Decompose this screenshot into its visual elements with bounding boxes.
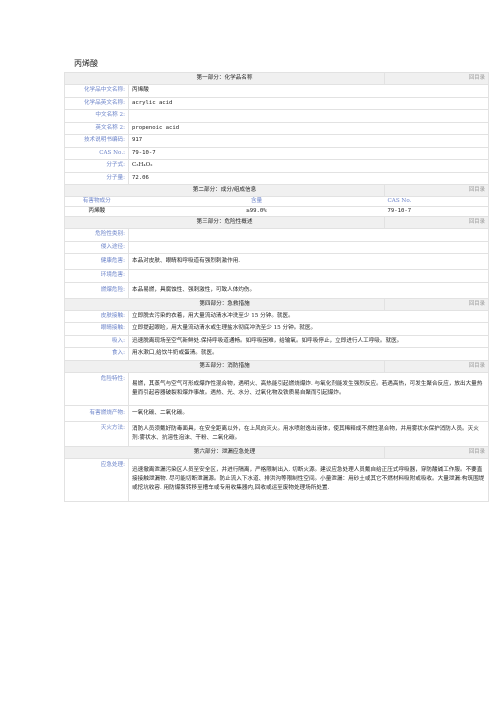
- back-to-toc-link[interactable]: 回目录: [384, 359, 489, 373]
- back-to-toc-link[interactable]: 回目录: [384, 445, 489, 459]
- table-row: 中文名称 2:: [64, 109, 489, 123]
- table-row: 健康危害: 本品对皮肤、眼睛和呼吸道有强烈刺激作用.: [64, 253, 489, 270]
- field-value: 79-10-7: [128, 146, 489, 160]
- column-header: 含量: [128, 196, 385, 207]
- document-title: 丙烯酸: [74, 59, 98, 68]
- field-value: 917: [128, 134, 489, 148]
- section-title: 第六部分：泄漏应急处理: [64, 445, 385, 459]
- section-header-4: 第四部分：急救措施 回目录: [64, 297, 489, 311]
- field-value: C₃H₄O₂: [128, 159, 489, 173]
- field-label: 有害燃烧产物:: [64, 404, 129, 422]
- composition-cell: ≥99.0%: [128, 206, 385, 217]
- field-value: 本品对皮肤、眼睛和呼吸道有强烈刺激作用.: [128, 253, 489, 270]
- table-row: 食入: 用水漱口,给饮牛奶或蛋清。就医。: [64, 347, 489, 361]
- column-header: CAS No.: [384, 196, 489, 207]
- field-value: 立即提起眼睑，用大量流动清水或生理盐水彻底冲洗至少 15 分钟。就医。: [128, 322, 489, 336]
- table-row: 英文名称 2: propenoic acid: [64, 121, 489, 135]
- field-label: CAS No.:: [64, 146, 129, 160]
- field-value: 易燃，其蒸气与空气可形成爆炸性混合物，遇明火、高热能引起燃烧爆炸. 与氧化剂能发…: [128, 371, 489, 406]
- composition-row: 丙烯酸 ≥99.0% 79-10-7: [64, 206, 489, 217]
- section-header-6: 第六部分：泄漏应急处理 回目录: [64, 445, 489, 459]
- field-value: 本品易燃，具腐蚀性、强刺激性，可致人体灼伤。: [128, 281, 489, 299]
- field-label: 侵入途径:: [64, 240, 129, 254]
- field-value: propenoic acid: [128, 121, 489, 135]
- section-title: 第二部分：成分/组成信息: [64, 184, 385, 197]
- section-header-2: 第二部分：成分/组成信息 回目录: [64, 184, 489, 197]
- field-value: acrylic acid: [128, 96, 489, 110]
- field-value: 迅速脱离现场至空气新鲜处.保持呼吸道通畅。如呼吸困难，给输氧。如呼吸停止，立即进…: [128, 334, 489, 348]
- section-title: 第一部分：化学品名称: [64, 72, 385, 85]
- table-row: 燃爆危险: 本品易燃，具腐蚀性、强刺激性，可致人体灼伤。: [64, 281, 489, 299]
- field-label: 化学品英文名称:: [64, 96, 129, 110]
- table-row: CAS No.: 79-10-7: [64, 146, 489, 160]
- field-label: 化学品中文名称:: [64, 84, 129, 98]
- field-value: 消防人员须戴好防毒面具，在安全距离以外，在上风向灭火。用水喷射逸出液体，使其稀释…: [128, 420, 489, 447]
- table-row: 化学品英文名称: acrylic acid: [64, 96, 489, 110]
- field-value: [128, 228, 489, 242]
- field-label: 技术说明书编码:: [64, 134, 129, 148]
- field-value: 迅速撤离泄漏污染区人员至安全区，并进行隔离，严格限制出入. 切断火源。建议应急处…: [128, 457, 489, 502]
- table-row: 有害燃烧产物: 一氧化碳、二氧化碳。: [64, 404, 489, 422]
- section-title: 第四部分：急救措施: [64, 297, 385, 311]
- table-row: 灭火方法: 消防人员须戴好防毒面具，在安全距离以外，在上风向灭火。用水喷射逸出液…: [64, 420, 489, 447]
- table-row: 环境危害:: [64, 269, 489, 283]
- table-row: 分子量: 72.06: [64, 171, 489, 185]
- field-label: 危险性类别:: [64, 228, 129, 242]
- field-label: 燃爆危险:: [64, 281, 129, 299]
- table-row: 危险特性: 易燃，其蒸气与空气可形成爆炸性混合物，遇明火、高热能引起燃烧爆炸. …: [64, 371, 489, 406]
- table-row: 危险性类别:: [64, 228, 489, 242]
- field-label: 危险特性:: [64, 371, 129, 406]
- msds-table: 第一部分：化学品名称 回目录 化学品中文名称: 丙烯酸 化学品英文名称: acr…: [64, 72, 489, 502]
- field-value: 用水漱口,给饮牛奶或蛋清。就医。: [128, 347, 489, 361]
- table-row: 眼睛接触: 立即提起眼睑，用大量流动清水或生理盐水彻底冲洗至少 15 分钟。就医…: [64, 322, 489, 336]
- field-value: 立即脱去污染的衣着，用大量流动清水冲洗至少 15 分钟。就医。: [128, 309, 489, 323]
- table-row: 化学品中文名称: 丙烯酸: [64, 84, 489, 98]
- back-to-toc-link[interactable]: 回目录: [384, 72, 489, 85]
- back-to-toc-link[interactable]: 回目录: [384, 216, 489, 229]
- field-label: 皮肤接触:: [64, 309, 129, 323]
- field-label: 食入:: [64, 347, 129, 361]
- field-label: 眼睛接触:: [64, 322, 129, 336]
- table-row: 侵入途径:: [64, 240, 489, 254]
- section-header-1: 第一部分：化学品名称 回目录: [64, 72, 489, 85]
- composition-cell: 丙烯酸: [64, 206, 129, 217]
- field-label: 英文名称 2:: [64, 121, 129, 135]
- back-to-toc-link[interactable]: 回目录: [384, 297, 489, 311]
- field-label: 环境危害:: [64, 269, 129, 283]
- field-label: 应急处理:: [64, 457, 129, 502]
- field-label: 吸入:: [64, 334, 129, 348]
- table-row: 皮肤接触: 立即脱去污染的衣着，用大量流动清水冲洗至少 15 分钟。就医。: [64, 309, 489, 323]
- field-value: [128, 109, 489, 123]
- field-value: [128, 269, 489, 283]
- composition-cell: 79-10-7: [384, 206, 489, 217]
- table-row: 技术说明书编码: 917: [64, 134, 489, 148]
- section-header-5: 第五部分：消防措施 回目录: [64, 359, 489, 373]
- field-label: 中文名称 2:: [64, 109, 129, 123]
- column-header: 有害物成分: [64, 196, 129, 207]
- field-label: 分子量:: [64, 171, 129, 185]
- back-to-toc-link[interactable]: 回目录: [384, 184, 489, 197]
- section-title: 第三部分：危险性概述: [64, 216, 385, 229]
- field-label: 灭火方法:: [64, 420, 129, 447]
- field-label: 健康危害:: [64, 253, 129, 270]
- field-value: 72.06: [128, 171, 489, 185]
- composition-header-row: 有害物成分 含量 CAS No.: [64, 196, 489, 207]
- table-row: 分子式: C₃H₄O₂: [64, 159, 489, 173]
- section-header-3: 第三部分：危险性概述 回目录: [64, 216, 489, 229]
- table-row: 应急处理: 迅速撤离泄漏污染区人员至安全区，并进行隔离，严格限制出入. 切断火源…: [64, 457, 489, 502]
- field-value: 一氧化碳、二氧化碳。: [128, 404, 489, 422]
- field-value: [128, 240, 489, 254]
- field-value: 丙烯酸: [128, 84, 489, 98]
- section-title: 第五部分：消防措施: [64, 359, 385, 373]
- msds-sheet: 第一部分：化学品名称 回目录 化学品中文名称: 丙烯酸 化学品英文名称: acr…: [64, 72, 489, 502]
- field-label: 分子式:: [64, 159, 129, 173]
- table-row: 吸入: 迅速脱离现场至空气新鲜处.保持呼吸道通畅。如呼吸困难，给输氧。如呼吸停止…: [64, 334, 489, 348]
